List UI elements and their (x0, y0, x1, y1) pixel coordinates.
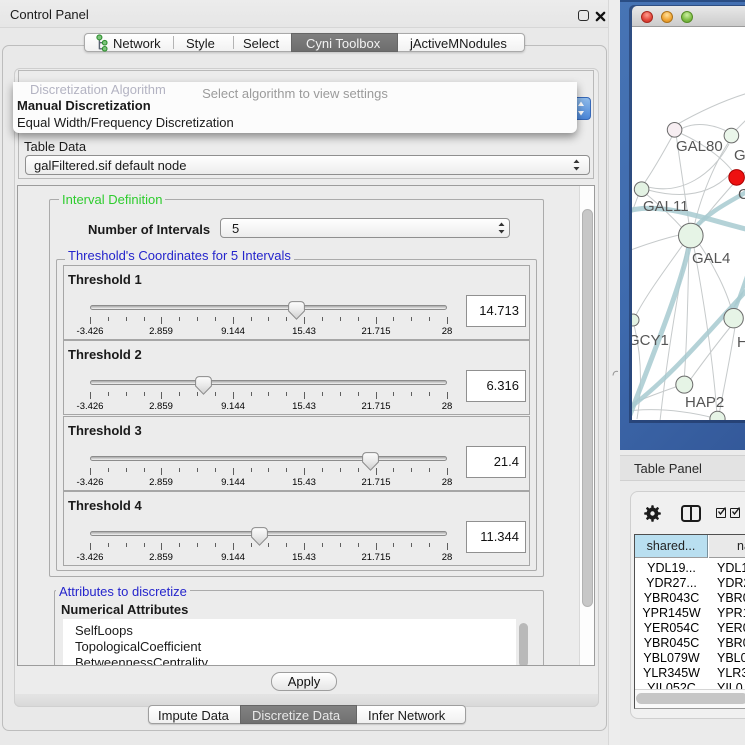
svg-text:HAP2: HAP2 (685, 394, 724, 411)
svg-text:C: C (738, 186, 745, 203)
svg-text:GAL4: GAL4 (692, 250, 730, 267)
svg-text:GAL80: GAL80 (676, 138, 723, 155)
svg-text:GCY1: GCY1 (632, 332, 669, 349)
svg-text:H: H (737, 334, 745, 351)
svg-text:GA: GA (734, 147, 745, 164)
svg-text:GAL11: GAL11 (643, 198, 689, 215)
